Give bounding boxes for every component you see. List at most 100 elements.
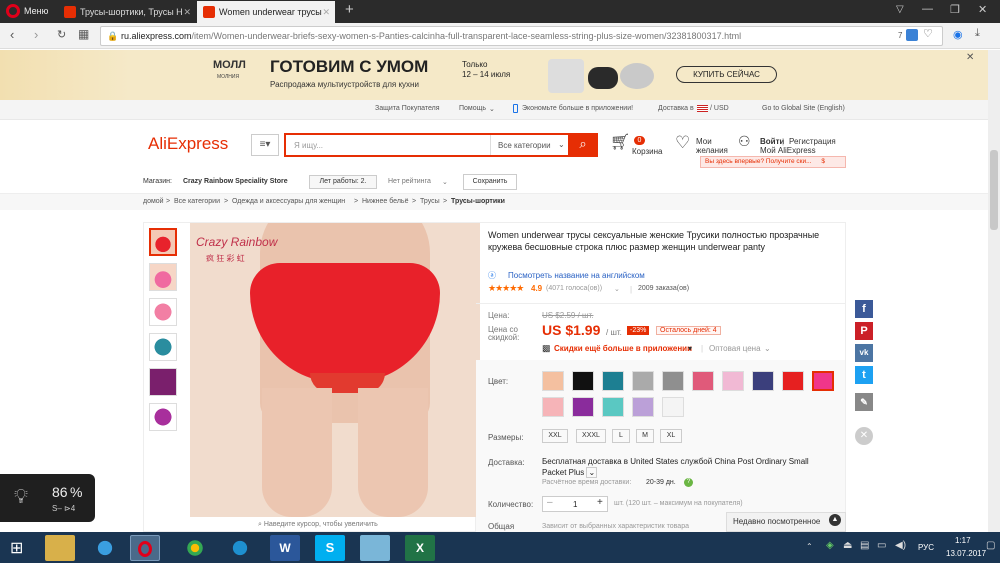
- main-product-image[interactable]: Crazy Rainbow 疯 狂 彩 虹: [190, 223, 480, 517]
- language-indicator[interactable]: РУС: [918, 543, 934, 552]
- size-option[interactable]: L: [612, 429, 630, 443]
- breadcrumb-home[interactable]: домой: [143, 198, 164, 205]
- url-field[interactable]: 🔒 ru.aliexpress.com/item/Women-underwear…: [100, 26, 943, 46]
- decrease-quantity-button[interactable]: –: [547, 497, 553, 508]
- tab-1[interactable]: Трусы-шортики, Трусы H ✕: [58, 1, 196, 23]
- search-button[interactable]: ⌕: [568, 133, 598, 157]
- chrome-icon[interactable]: [180, 535, 210, 561]
- signin-link[interactable]: Войти: [760, 137, 784, 146]
- twitter-share-icon[interactable]: t: [855, 366, 873, 384]
- chevron-down-icon[interactable]: ⌄: [614, 285, 620, 293]
- currency-selector[interactable]: / USD: [710, 105, 729, 112]
- newbie-promo[interactable]: Вы здесь впервые? Получите ски... $: [700, 156, 846, 168]
- file-explorer-icon[interactable]: [45, 535, 75, 561]
- color-swatch-red[interactable]: [782, 371, 804, 391]
- close-window-icon[interactable]: ✕: [978, 3, 987, 16]
- cart-link[interactable]: Корзина: [632, 147, 662, 156]
- browser-menu[interactable]: Меню: [24, 6, 48, 16]
- tray-app-icon[interactable]: ◈: [826, 540, 834, 551]
- vpn-icon[interactable]: ◉: [953, 28, 963, 41]
- notifications-icon[interactable]: ▢: [986, 540, 995, 551]
- size-option[interactable]: XL: [660, 429, 682, 443]
- thumbnail-4[interactable]: [149, 333, 177, 361]
- color-swatch-hot-pink[interactable]: [812, 371, 834, 391]
- facebook-share-icon[interactable]: f: [855, 300, 873, 318]
- pinterest-share-icon[interactable]: P: [855, 322, 873, 340]
- app-discount-link[interactable]: Скидки ещё больше в приложении: [554, 344, 692, 353]
- edit-icon[interactable]: ✎: [855, 393, 873, 411]
- global-site-link[interactable]: Go to Global Site (English): [762, 105, 845, 112]
- tray-chevron-icon[interactable]: ⌃: [806, 542, 813, 551]
- translate-title-link[interactable]: Посмотреть название на английском: [508, 271, 645, 280]
- app-icon[interactable]: [360, 535, 390, 561]
- quantity-input[interactable]: 1: [573, 500, 577, 509]
- size-option[interactable]: XXL: [542, 429, 568, 443]
- color-swatch-lavender[interactable]: [632, 397, 654, 417]
- windows-start-icon[interactable]: ⊞: [10, 538, 23, 558]
- wishlist-link[interactable]: Мои: [696, 137, 712, 146]
- home-grid-icon[interactable]: ▦: [78, 27, 89, 41]
- volume-icon[interactable]: ◀): [895, 540, 906, 551]
- help-icon[interactable]: ?: [684, 478, 693, 487]
- maximize-icon[interactable]: ❐: [950, 3, 960, 16]
- help-link[interactable]: Помощь: [459, 105, 486, 112]
- user-icon[interactable]: ⚇: [738, 133, 751, 150]
- breadcrumb-all-categories[interactable]: Все категории: [174, 198, 220, 205]
- internet-explorer-icon[interactable]: [90, 535, 120, 561]
- size-option[interactable]: XXXL: [576, 429, 606, 443]
- color-swatch-dark-gray[interactable]: [662, 371, 684, 391]
- recently-viewed-bar[interactable]: Недавно посмотренное ▲: [726, 512, 846, 532]
- thumbnail-1[interactable]: [149, 228, 177, 256]
- save-store-button[interactable]: Сохранить: [463, 174, 517, 190]
- color-swatch-teal[interactable]: [602, 371, 624, 391]
- word-icon[interactable]: W: [270, 535, 300, 561]
- new-tab-icon[interactable]: +: [345, 1, 354, 18]
- wishlist-link-line2[interactable]: желания: [696, 146, 728, 155]
- color-swatch-purple[interactable]: [572, 397, 594, 417]
- thumbnail-6[interactable]: [149, 403, 177, 431]
- color-swatch-black[interactable]: [572, 371, 594, 391]
- delivery-info[interactable]: Бесплатная доставка в United States служ…: [542, 456, 832, 478]
- breadcrumb-panties[interactable]: Трусы: [420, 198, 440, 205]
- close-tab-icon[interactable]: ✕: [322, 1, 330, 23]
- color-swatch-white[interactable]: [662, 397, 684, 417]
- thumbnail-2[interactable]: [149, 263, 177, 291]
- minimize-icon[interactable]: —: [922, 3, 933, 15]
- color-swatch-pink[interactable]: [542, 397, 564, 417]
- aliexpress-logo[interactable]: AliExpress: [148, 134, 228, 154]
- thumbnail-3[interactable]: [149, 298, 177, 326]
- extension-icon[interactable]: [906, 29, 918, 41]
- delivery-selector[interactable]: Доставка в: [658, 105, 694, 112]
- battery-widget[interactable]: 💡︎ 86 % S– ⊳4: [0, 474, 95, 522]
- close-tab-icon[interactable]: ✕: [183, 1, 191, 23]
- wholesale-link[interactable]: Оптовая цена: [709, 344, 761, 353]
- close-share-icon[interactable]: ✕: [855, 427, 873, 445]
- size-option[interactable]: M: [636, 429, 654, 443]
- network-icon[interactable]: ▤: [860, 540, 869, 551]
- increase-quantity-button[interactable]: +: [597, 497, 603, 508]
- weather-app-icon[interactable]: [225, 535, 255, 561]
- search-input[interactable]: Я ищу...: [294, 141, 323, 150]
- votes-link[interactable]: (4071 голоса(ов)): [546, 285, 602, 292]
- category-select[interactable]: Все категории: [498, 141, 551, 150]
- chevron-down-icon[interactable]: ▾: [688, 344, 692, 353]
- banner-buy-button[interactable]: КУПИТЬ СЕЙЧАС: [676, 66, 777, 83]
- forward-icon[interactable]: ›: [34, 27, 38, 42]
- download-icon[interactable]: ⤓: [975, 27, 980, 40]
- skype-icon[interactable]: S: [315, 535, 345, 561]
- back-icon[interactable]: ‹: [10, 27, 14, 42]
- color-swatch-navy[interactable]: [752, 371, 774, 391]
- promo-banner[interactable]: МОЛЛ МОЛНИЯ ГОТОВИМ С УМОМ Распродажа му…: [0, 50, 1000, 100]
- categories-menu-button[interactable]: ≡▾: [251, 134, 279, 156]
- thumbnail-5[interactable]: [149, 368, 177, 396]
- tab-menu-icon[interactable]: ▽: [896, 4, 904, 15]
- my-aliexpress-link[interactable]: Мой AliExpress: [760, 146, 816, 155]
- reload-icon[interactable]: ↻: [57, 28, 66, 41]
- scrollbar-thumb[interactable]: [990, 150, 998, 230]
- buyer-protection-link[interactable]: Защита Покупателя: [375, 105, 440, 112]
- tab-2[interactable]: Women underwear трусы ✕: [197, 1, 335, 23]
- store-rating-dropdown[interactable]: Нет рейтинга: [388, 178, 431, 185]
- chevron-down-icon[interactable]: ⌄: [764, 344, 771, 353]
- page-scrollbar[interactable]: [988, 50, 1000, 532]
- battery-icon[interactable]: ▭: [877, 540, 886, 551]
